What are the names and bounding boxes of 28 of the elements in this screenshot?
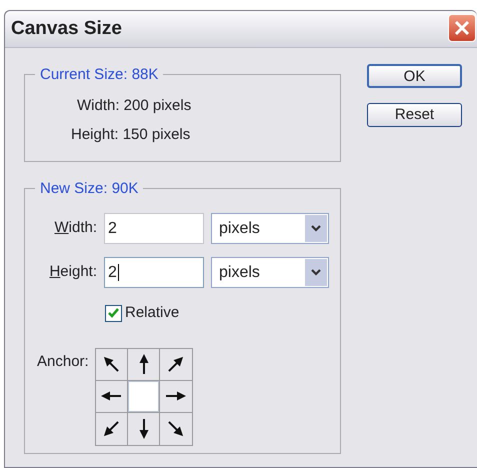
anchor-cell[interactable] — [128, 413, 160, 444]
unit-dropdown[interactable]: pixels — [211, 213, 329, 244]
size-input[interactable]: 2 — [104, 213, 204, 244]
dialog-button[interactable]: OK — [367, 64, 462, 88]
anchor-cell[interactable] — [160, 413, 192, 444]
anchor-cell[interactable] — [96, 380, 128, 412]
relative-label: Relative — [125, 303, 180, 323]
window-title: Canvas Size — [11, 16, 122, 41]
dialog-button[interactable]: Reset — [367, 103, 462, 127]
current-width-text: Width: 200 pixels — [77, 96, 192, 116]
size-input[interactable]: 2 — [104, 257, 204, 288]
field-label: Width: — [53, 218, 97, 238]
anchor-cell[interactable] — [96, 413, 128, 444]
anchor-cell[interactable] — [128, 380, 160, 412]
anchor-cell[interactable] — [96, 348, 128, 380]
unit-dropdown[interactable]: pixels — [211, 257, 329, 288]
close-button[interactable] — [448, 14, 476, 42]
anchor-cell[interactable] — [160, 348, 192, 380]
checkmark-icon — [108, 308, 119, 318]
relative-checkbox[interactable] — [105, 304, 122, 322]
anchor-cell[interactable] — [128, 348, 160, 380]
field-label: Height: — [48, 262, 97, 282]
close-icon — [454, 20, 470, 36]
anchor-label: Anchor: — [37, 352, 89, 372]
chevron-down-icon — [311, 225, 321, 232]
anchor-cell[interactable] — [160, 380, 192, 412]
current-height-text: Height: 150 pixels — [71, 124, 192, 144]
chevron-down-icon — [311, 269, 321, 276]
